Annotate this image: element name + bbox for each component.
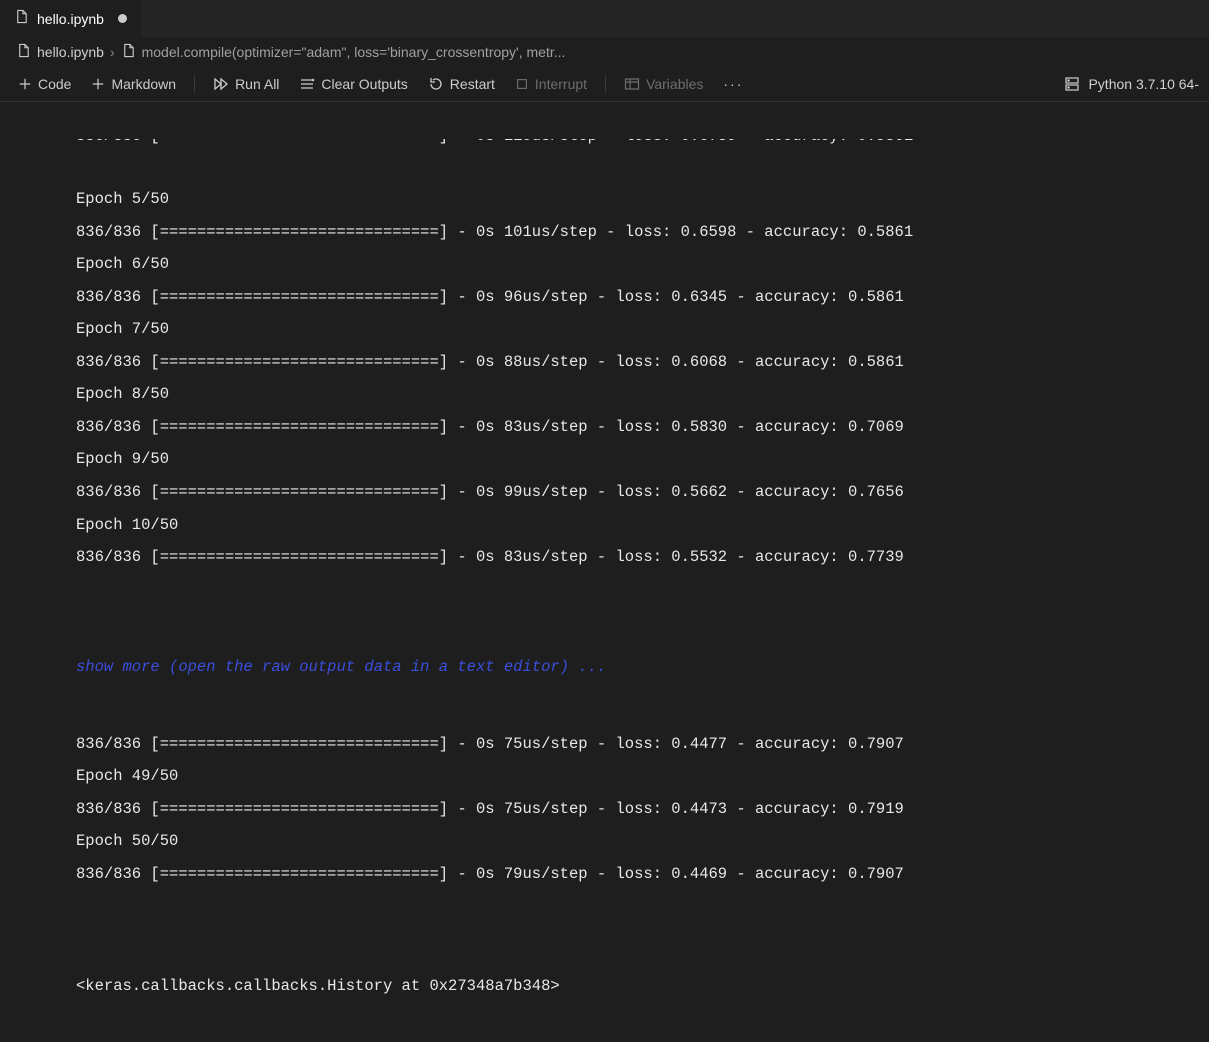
variables-icon: [624, 76, 640, 92]
output-line: 836/836 [==============================]…: [76, 476, 1209, 509]
server-icon: [1064, 76, 1080, 92]
label: Code: [38, 76, 71, 92]
add-code-button[interactable]: Code: [10, 72, 79, 96]
tab-filename: hello.ipynb: [37, 11, 104, 27]
breadcrumb-symbol[interactable]: model.compile(optimizer="adam", loss='bi…: [142, 44, 566, 60]
code-icon: [121, 43, 136, 62]
output-line: Epoch 50/50: [76, 825, 1209, 858]
output-line: 836/836 [==============================]…: [76, 281, 1209, 314]
output-return-value: <keras.callbacks.callbacks.History at 0x…: [76, 977, 560, 995]
clear-outputs-button[interactable]: Clear Outputs: [291, 72, 415, 96]
output-line: 836/836 [==============================]…: [76, 346, 1209, 379]
divider: [605, 75, 606, 93]
plus-icon: [18, 77, 32, 91]
restart-button[interactable]: Restart: [420, 72, 503, 96]
add-markdown-button[interactable]: Markdown: [83, 72, 184, 96]
plus-icon: [91, 77, 105, 91]
editor-tab[interactable]: hello.ipynb: [0, 0, 142, 37]
label: Interrupt: [535, 76, 587, 92]
output-line: 836/836 [==============================]…: [76, 793, 1209, 826]
interrupt-button: Interrupt: [507, 72, 595, 96]
label: Clear Outputs: [321, 76, 407, 92]
label: Variables: [646, 76, 703, 92]
output-line: Epoch 7/50: [76, 313, 1209, 346]
chevron-right-icon: ›: [110, 44, 115, 60]
output-line: 836/836 [==============================]…: [76, 216, 1209, 249]
output-line: 836/836 [==============================]…: [76, 541, 1209, 574]
tab-bar: hello.ipynb: [0, 0, 1209, 38]
clear-icon: [299, 76, 315, 92]
file-icon: [16, 43, 31, 62]
notebook-toolbar: Code Markdown Run All Clear Outputs Rest…: [0, 66, 1209, 102]
label: Restart: [450, 76, 495, 92]
run-all-icon: [213, 76, 229, 92]
breadcrumb[interactable]: hello.ipynb › model.compile(optimizer="a…: [0, 38, 1209, 66]
label: Markdown: [111, 76, 176, 92]
file-icon: [14, 9, 29, 28]
output-line: 836/836 [==============================]…: [76, 139, 1209, 151]
output-line: 836/836 [==============================]…: [76, 728, 1209, 761]
run-all-button[interactable]: Run All: [205, 72, 287, 96]
output-line: Epoch 49/50: [76, 760, 1209, 793]
cell-output: 836/836 [==============================]…: [44, 102, 1209, 1042]
breadcrumb-file[interactable]: hello.ipynb: [37, 44, 104, 60]
show-more-link[interactable]: show more (open the raw output data in a…: [76, 658, 606, 676]
output-line: Epoch 5/50: [76, 183, 1209, 216]
variables-button: Variables: [616, 72, 711, 96]
divider: [194, 75, 195, 93]
restart-icon: [428, 76, 444, 92]
more-actions-button[interactable]: ···: [715, 76, 751, 92]
interrupt-icon: [515, 77, 529, 91]
output-line: 836/836 [==============================]…: [76, 858, 1209, 891]
output-line: Epoch 9/50: [76, 443, 1209, 476]
output-line: Epoch 6/50: [76, 248, 1209, 281]
kernel-label: Python 3.7.10 64-: [1088, 76, 1199, 92]
output-line: 836/836 [==============================]…: [76, 411, 1209, 444]
output-line: Epoch 10/50: [76, 509, 1209, 542]
output-line: Epoch 8/50: [76, 378, 1209, 411]
label: Run All: [235, 76, 279, 92]
dirty-indicator-icon: [118, 14, 127, 23]
kernel-picker-button[interactable]: Python 3.7.10 64-: [1064, 76, 1199, 92]
